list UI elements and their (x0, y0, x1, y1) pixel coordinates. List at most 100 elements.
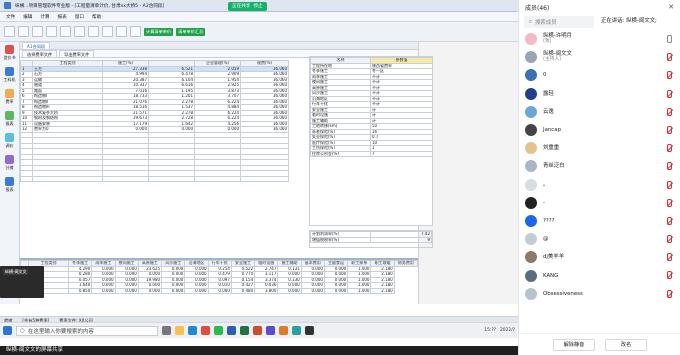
member-item[interactable]: 纵横-阆文文 (主持人) (519, 48, 680, 66)
mic-muted-icon[interactable] (667, 271, 672, 280)
menu-help[interactable]: 帮助 (92, 14, 101, 20)
menu-edit[interactable]: 编辑 (23, 14, 32, 20)
share-banner: 纵横-阆文文的屏幕共享 (0, 346, 518, 355)
redo-icon[interactable] (102, 26, 113, 37)
app-icon-2[interactable] (279, 326, 288, 335)
menu-file[interactable]: 文件 (6, 14, 15, 20)
tab-contract[interactable]: A1合同段 (22, 42, 51, 49)
mic-muted-icon[interactable] (667, 71, 672, 80)
avatar (525, 178, 537, 191)
menu-window[interactable]: 窗口 (75, 14, 84, 20)
param-row[interactable]: 住房公积金(%) 7 (310, 150, 433, 157)
task-view-icon[interactable] (162, 326, 171, 335)
mic-muted-icon[interactable] (667, 53, 672, 62)
clock-date[interactable]: 2022/? (500, 328, 515, 333)
nav-item-report[interactable]: 报表 (0, 108, 19, 130)
member-item[interactable]: Jancap (519, 121, 680, 139)
open-icon[interactable] (18, 26, 29, 37)
word-icon[interactable] (227, 326, 236, 335)
app-icon-3[interactable] (292, 326, 301, 335)
member-item[interactable]: @ (519, 230, 680, 248)
member-item[interactable]: - (519, 194, 680, 212)
save-icon[interactable] (32, 26, 43, 37)
windows-start-icon[interactable] (3, 326, 12, 335)
screen-share-indicator[interactable]: 正在共享 停止 (228, 2, 267, 11)
detail-col[interactable]: 财务费用 (393, 260, 418, 267)
new-icon[interactable] (4, 26, 15, 37)
mic-muted-icon[interactable] (667, 216, 672, 225)
calc-unit-price-button[interactable]: 计算清单单价 (144, 27, 174, 36)
excel-icon[interactable] (240, 326, 249, 335)
camera-label: 纵横-阆文文 (3, 269, 29, 275)
mic-muted-icon[interactable] (667, 144, 672, 153)
member-item[interactable]: 云逸 (519, 103, 680, 121)
nav-item-materials[interactable]: 工料机 (0, 64, 19, 86)
rate-params-panel: 名称 参数值 工程所在地 陕西省费率 冬季施工 冬一区 雨季施工 不计 夜间施工 不计 高原施工… (309, 56, 433, 226)
detail-row[interactable]: 4隧道1.6400.0000.0000.0000.0000.0000.0100.… (20, 282, 418, 289)
edge-icon[interactable] (188, 326, 197, 335)
wechat-icon[interactable] (214, 326, 223, 335)
cut-icon[interactable] (46, 26, 57, 37)
camera-thumbnail[interactable]: 纵横-阆文文 (0, 266, 44, 298)
member-search-input[interactable]: ⌕ 搜索成员 (524, 16, 594, 28)
print-icon[interactable] (130, 26, 141, 37)
member-name: 青丝泛白 (543, 163, 565, 170)
member-item[interactable]: ???? (519, 212, 680, 230)
chrome-icon[interactable] (201, 326, 210, 335)
detail-row[interactable]: 1土方4.2900.0000.00023.6250.0000.0000.2540… (20, 265, 418, 272)
member-item[interactable]: dj美羊羊 (519, 248, 680, 266)
mic-muted-icon[interactable] (667, 107, 672, 116)
menu-calc[interactable]: 计算 (40, 14, 49, 20)
member-item[interactable]: Obsessiveness (519, 285, 680, 303)
mic-icon[interactable] (667, 35, 672, 43)
menu-report[interactable]: 报表 (58, 14, 67, 20)
mic-muted-icon[interactable] (667, 198, 672, 207)
avatar (525, 87, 537, 100)
detail-row[interactable]: 2石方0.2800.0000.0000.0000.0000.0000.4790.… (20, 271, 418, 278)
members-footer: 解除静音 改名 (519, 333, 680, 355)
unmute-all-button[interactable]: 解除静音 (553, 338, 595, 351)
paste-icon[interactable] (74, 26, 85, 37)
detail-row[interactable]: 3运输0.0570.0000.00019.9800.0000.0000.0970… (20, 276, 418, 283)
stop-share-button[interactable]: 停止 (253, 2, 262, 11)
detail-row[interactable]: 5路面0.8500.0000.0000.0000.0000.0000.0000.… (20, 287, 418, 294)
nav-item-report2[interactable]: 报表 (0, 174, 19, 196)
app-icon-4[interactable] (305, 326, 314, 335)
mic-muted-icon[interactable] (667, 253, 672, 262)
nav-item-adjust[interactable]: 调价 (0, 130, 19, 152)
nav-item-share[interactable]: 分摊 (0, 152, 19, 174)
ppt-icon[interactable] (253, 326, 262, 335)
member-item[interactable]: 刘重重 (519, 139, 680, 157)
avatar (525, 105, 537, 118)
member-item[interactable]: 0 (519, 66, 680, 84)
tab-select-rate[interactable]: 选择费率文件 (22, 50, 58, 57)
tab-export-rate[interactable]: 导出费率文件 (59, 50, 95, 57)
tax-row[interactable]: 增值税税率(%) 9 (310, 236, 432, 243)
mic-muted-icon[interactable] (667, 180, 672, 189)
mic-muted-icon[interactable] (667, 289, 672, 298)
app-icon-1[interactable] (266, 326, 275, 335)
detail-header: 工程类别 冬季施工 雨季施工 夜间施工 高原施工 风沙施工 沿海地区 行车干扰 安全施工 临时设施… (20, 260, 418, 267)
member-item[interactable]: KANG (519, 266, 680, 284)
member-item[interactable]: 青丝泛白 (519, 157, 680, 175)
report-icon (5, 111, 14, 120)
mic-muted-icon[interactable] (667, 125, 672, 134)
mic-muted-icon[interactable] (667, 235, 672, 244)
summary-button[interactable]: 清单单价汇总 (176, 27, 206, 36)
clock-time[interactable]: 15:?? (484, 328, 496, 333)
rename-button[interactable]: 改名 (605, 338, 647, 351)
explorer-icon[interactable] (175, 326, 184, 335)
member-item[interactable]: 露轻 (519, 85, 680, 103)
undo-icon[interactable] (88, 26, 99, 37)
avatar (525, 69, 537, 82)
member-item[interactable]: 。 (519, 176, 680, 194)
nav-item-estimate[interactable]: 造价书 (0, 42, 19, 64)
mic-muted-icon[interactable] (667, 162, 672, 171)
member-item[interactable]: 纵横-许明月 (我) (519, 30, 680, 48)
calc-icon[interactable] (116, 26, 127, 37)
nav-item-rate[interactable]: 费率 (0, 86, 19, 108)
copy-icon[interactable] (60, 26, 71, 37)
mic-muted-icon[interactable] (667, 89, 672, 98)
taskbar-search[interactable]: ○ 在这里输入你要搜索的内容 (16, 325, 158, 336)
close-icon[interactable]: ✕ (668, 3, 674, 11)
